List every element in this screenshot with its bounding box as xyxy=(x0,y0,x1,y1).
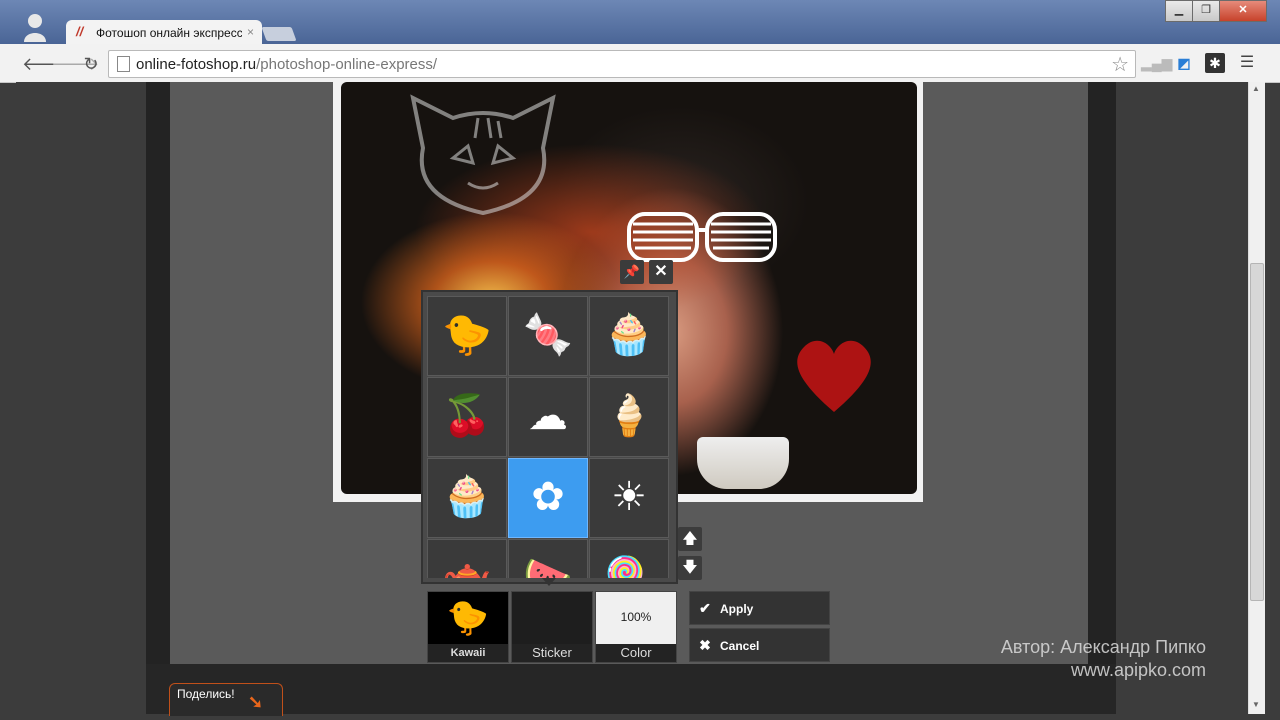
cancel-label: Cancel xyxy=(720,639,760,653)
sticker-cell-cupcake-bow[interactable]: 🧁 xyxy=(427,458,507,538)
red-heart-sticker xyxy=(797,340,871,412)
sticker-cell-candy[interactable]: 🍬 xyxy=(508,296,588,376)
sticker-selector[interactable]: Sticker xyxy=(511,591,593,663)
chick-icon: 🐤 xyxy=(428,592,508,644)
teapot-icon: 🫖 xyxy=(442,556,492,578)
cancel-button[interactable]: ✖ Cancel xyxy=(689,628,830,662)
bookmark-star-icon[interactable]: ☆ xyxy=(1111,52,1129,77)
cross-icon: ✖ xyxy=(699,637,711,653)
video-watermark: Автор: Александр Пипко www.apipko.com xyxy=(960,636,1206,682)
cupcake-icon: 🧁 xyxy=(604,313,654,357)
coffee-mug xyxy=(697,437,789,489)
sticker-scroll-down-button[interactable]: 🡇 xyxy=(678,556,702,580)
tab-close-icon[interactable]: × xyxy=(247,25,254,39)
apply-label: Apply xyxy=(720,602,754,616)
picker-pointer xyxy=(542,578,556,586)
sticker-label: Sticker xyxy=(512,644,592,662)
watermark-author: Автор: Александр Пипко xyxy=(1000,637,1206,657)
sticker-cell-ice-cream[interactable]: 🍦 xyxy=(589,377,669,457)
sticker-picker: 🐤 🍬 🧁 🍒 ☁ 🍦 🧁 ✿ ☀ 🫖 🍉 🍭 xyxy=(421,290,678,584)
address-bar[interactable]: online-fotoshop.ru/photoshop-online-expr… xyxy=(108,50,1136,78)
editor-frame-right xyxy=(1088,82,1116,714)
maximize-button[interactable]: ❐ xyxy=(1192,0,1220,22)
browser-tab[interactable]: // Фотошоп онлайн экспресс × xyxy=(66,20,262,46)
sticker-cell-cherries[interactable]: 🍒 xyxy=(427,377,507,457)
reload-icon[interactable]: ↻ xyxy=(80,53,102,75)
sticker-grid: 🐤 🍬 🧁 🍒 ☁ 🍦 🧁 ✿ ☀ 🫖 🍉 🍭 xyxy=(427,296,673,578)
share-tab[interactable]: Поделись! ➘ xyxy=(169,683,283,716)
minimize-button[interactable]: ▁ xyxy=(1165,0,1193,22)
signal-bars-icon[interactable]: ▂▄▆ xyxy=(1141,53,1172,73)
forward-arrow-icon[interactable]: 🡒 xyxy=(51,53,99,75)
scroll-up-arrow-icon[interactable]: ▲ xyxy=(1250,84,1262,94)
extension-blue-icon[interactable]: ◩ xyxy=(1174,53,1194,73)
watermark-site: www.apipko.com xyxy=(1070,660,1206,680)
sticker-scroll-up-button[interactable]: 🡅 xyxy=(678,527,702,551)
sticker-cell-flower[interactable]: ✿ xyxy=(508,458,588,538)
sticker-cell-teapot[interactable]: 🫖 xyxy=(427,539,507,578)
sticker-cell-cloud[interactable]: ☁ xyxy=(508,377,588,457)
share-arrow-icon: ➘ xyxy=(248,692,264,712)
tab-title: Фотошоп онлайн экспресс xyxy=(96,26,242,40)
extension-puzzle-icon[interactable]: ✱ xyxy=(1205,53,1225,73)
color-selector[interactable]: 100% Color xyxy=(595,591,677,663)
color-label: Color xyxy=(596,644,676,662)
share-label: Поделись! xyxy=(177,687,235,701)
category-selector[interactable]: 🐤 Kawaii xyxy=(427,591,509,663)
page-icon xyxy=(117,56,130,72)
chick-icon: 🐤 xyxy=(442,313,492,357)
window-close-button[interactable]: ✕ xyxy=(1219,0,1267,22)
flower-icon: ✿ xyxy=(531,475,565,519)
sticker-cell-chick[interactable]: 🐤 xyxy=(427,296,507,376)
apply-button[interactable]: ✔ Apply xyxy=(689,591,830,625)
editor-frame-left xyxy=(146,82,170,714)
candy-icon: 🍬 xyxy=(523,313,573,357)
cherries-icon: 🍒 xyxy=(442,394,492,438)
scrollbar-thumb[interactable] xyxy=(1250,263,1264,601)
sticker-cell-sun[interactable]: ☀ xyxy=(589,458,669,538)
sticker-cell-lollipop[interactable]: 🍭 xyxy=(589,539,669,578)
opacity-value: 100% xyxy=(596,592,676,644)
sun-icon: ☀ xyxy=(611,475,647,519)
lollipop-icon: 🍭 xyxy=(604,556,654,578)
scroll-down-arrow-icon[interactable]: ▼ xyxy=(1250,700,1262,710)
pin-sticker-button[interactable]: 📌 xyxy=(620,260,644,284)
remove-sticker-button[interactable]: ✕ xyxy=(649,260,673,284)
watermelon-icon: 🍉 xyxy=(523,556,573,578)
sticker-cell-watermelon[interactable]: 🍉 xyxy=(508,539,588,578)
ice-cream-icon: 🍦 xyxy=(604,394,654,438)
menu-icon[interactable]: ☰ xyxy=(1237,53,1257,73)
browser-toolbar: 🡐 🡒 ↻ online-fotoshop.ru/photoshop-onlin… xyxy=(0,44,1280,83)
profile-avatar-icon[interactable] xyxy=(22,12,48,42)
cupcake-bow-icon: 🧁 xyxy=(442,475,492,519)
cat-sticker-outline xyxy=(410,94,556,216)
category-label: Kawaii xyxy=(428,644,508,662)
site-favicon-icon: // xyxy=(76,24,84,39)
checkmark-icon: ✔ xyxy=(699,600,711,616)
cloud-icon: ☁ xyxy=(528,394,568,438)
new-tab-button[interactable] xyxy=(261,27,297,41)
sticker-preview xyxy=(512,592,592,644)
back-arrow-icon[interactable]: 🡐 xyxy=(22,53,70,75)
address-url[interactable]: online-fotoshop.ru/photoshop-online-expr… xyxy=(136,56,437,73)
sticker-cell-cupcake[interactable]: 🧁 xyxy=(589,296,669,376)
